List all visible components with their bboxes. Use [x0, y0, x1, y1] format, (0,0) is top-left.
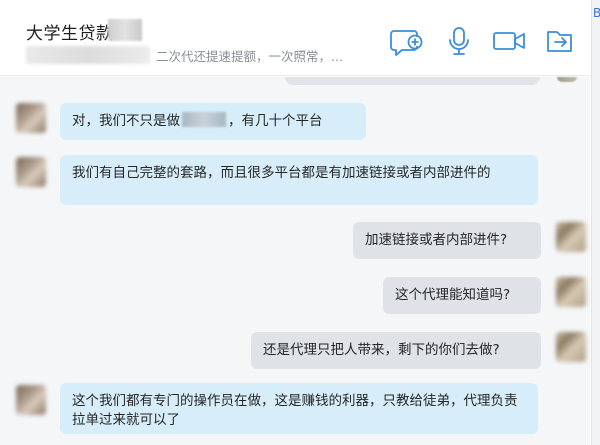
chat-add-icon[interactable] — [390, 26, 424, 56]
chat-window: 大学生贷款 二次代还提速提额，一次照常，... B 对，我们不只是做 ，有几十个… — [0, 0, 600, 445]
message-text: 这个我们都有专门的操作员在做，这是赚钱的利器，只教给徒弟，代理负责拉单过来就可以… — [72, 393, 518, 428]
avatar[interactable] — [556, 277, 586, 307]
adjacent-panel-edge: B — [591, 0, 600, 445]
avatar[interactable] — [16, 157, 46, 187]
avatar[interactable] — [16, 385, 46, 415]
message-bubble[interactable]: 这个代理能知道吗? — [383, 277, 541, 314]
microphone-icon[interactable] — [442, 26, 476, 56]
subtitle-redaction — [26, 46, 150, 64]
message-bubble[interactable]: 还是代理只把人带来，剩下的你们去做? — [251, 332, 541, 369]
message-bubble[interactable]: 这个我们都有专门的操作员在做，这是赚钱的利器，只教给徒弟，代理负责拉单过来就可以… — [60, 383, 538, 434]
message-text: 我们有自己完整的套路，而且很多平台都是有加速链接或者内部进件的 — [72, 165, 491, 181]
message-text: 这个代理能知道吗? — [395, 287, 511, 303]
message-text: 加速链接或者内部进件? — [365, 232, 508, 248]
message-text: ，有几十个平台 — [228, 113, 323, 129]
message-bubble[interactable]: 加速链接或者内部进件? — [353, 222, 541, 259]
chat-subtitle: 二次代还提速提额，一次照常，... — [156, 49, 343, 64]
avatar — [557, 77, 577, 82]
share-forward-icon[interactable] — [543, 26, 577, 56]
avatar[interactable] — [16, 103, 46, 133]
previous-message-bubble — [285, 77, 540, 85]
avatar[interactable] — [556, 332, 586, 362]
edge-char: B — [593, 6, 600, 20]
chat-title[interactable]: 大学生贷款 — [26, 19, 114, 44]
redacted-word — [182, 112, 226, 127]
avatar[interactable] — [556, 222, 586, 252]
message-bubble[interactable]: 对，我们不只是做 ，有几十个平台 — [60, 103, 366, 140]
message-text: 还是代理只把人带来，剩下的你们去做? — [263, 342, 500, 358]
message-bubble[interactable]: 我们有自己完整的套路，而且很多平台都是有加速链接或者内部进件的 — [60, 155, 538, 205]
chat-header: 大学生贷款 二次代还提速提额，一次照常，... — [0, 0, 590, 76]
title-redaction — [108, 19, 142, 41]
video-camera-icon[interactable] — [492, 26, 526, 56]
message-text: 对，我们不只是做 — [72, 113, 180, 129]
